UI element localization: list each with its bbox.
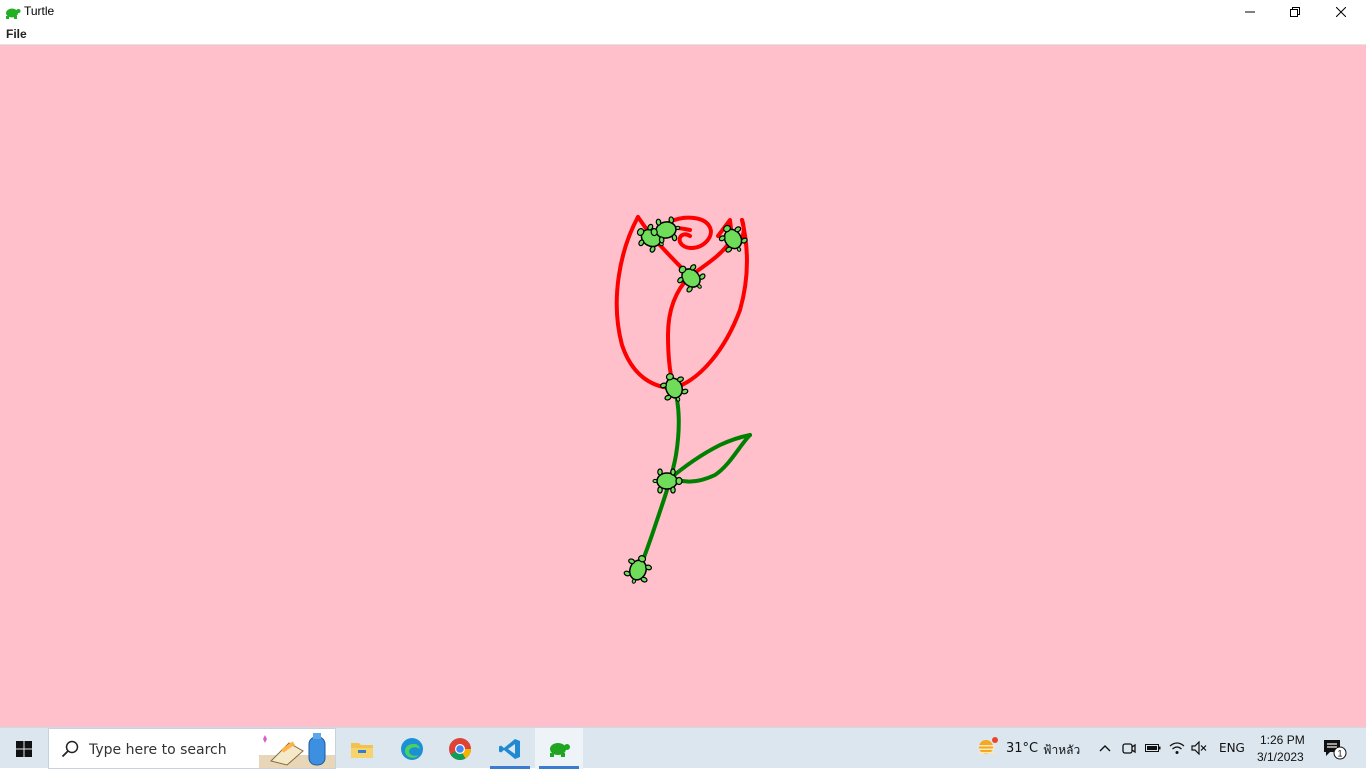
menu-bar: File [0, 24, 1366, 45]
weather-haze-icon[interactable] [976, 736, 1000, 760]
window-title: Turtle [24, 4, 55, 18]
search-box[interactable]: Type here to search [48, 728, 336, 769]
turtle-icon [550, 742, 570, 757]
close-icon [1336, 7, 1346, 17]
search-icon [61, 740, 79, 758]
chevron-up-icon [1099, 745, 1111, 752]
taskbar: Type here to search 31°C ฟ้าหลัว ENG 1:2… [0, 727, 1366, 769]
minimize-icon [1245, 11, 1255, 13]
notification-center-button[interactable]: 1 [1322, 738, 1348, 760]
taskbar-vscode[interactable] [486, 728, 534, 769]
close-button[interactable] [1318, 0, 1364, 24]
restore-button[interactable] [1272, 0, 1318, 24]
clock-time[interactable]: 1:26 PM [1260, 733, 1305, 747]
taskbar-chrome[interactable] [436, 728, 484, 769]
edge-icon [401, 737, 423, 760]
notification-count: 1 [1337, 749, 1342, 759]
weather-description[interactable]: ฟ้าหลัว [1043, 741, 1080, 760]
turtle-app-icon [6, 8, 21, 19]
taskbar-turtle[interactable] [535, 728, 583, 769]
turtle-stamps [621, 215, 752, 589]
camera-icon [1122, 743, 1136, 754]
clock-date[interactable]: 3/1/2023 [1257, 750, 1304, 764]
title-bar[interactable]: Turtle [0, 0, 1366, 24]
vscode-icon [499, 738, 520, 759]
search-highlight-art [259, 733, 335, 768]
search-placeholder: Type here to search [89, 742, 227, 758]
volume-muted-icon [1191, 741, 1207, 755]
rose-drawing [614, 215, 752, 589]
restore-icon [1290, 7, 1300, 17]
show-hidden-icons-button[interactable] [1096, 739, 1114, 757]
taskbar-file-explorer[interactable] [338, 728, 386, 769]
menu-file[interactable]: File [6, 27, 27, 41]
input-language[interactable]: ENG [1219, 741, 1245, 755]
meet-now-button[interactable] [1120, 739, 1138, 757]
volume-button[interactable] [1190, 739, 1208, 757]
battery-icon [1145, 744, 1161, 752]
start-button[interactable] [0, 728, 48, 769]
wifi-icon [1169, 742, 1185, 754]
turtle-canvas[interactable] [0, 45, 1366, 727]
windows-logo-icon [16, 740, 32, 757]
chrome-icon [449, 737, 471, 760]
taskbar-edge[interactable] [388, 728, 436, 769]
minimize-button[interactable] [1227, 0, 1273, 24]
folder-icon [351, 742, 373, 758]
battery-button[interactable] [1144, 739, 1162, 757]
network-button[interactable] [1168, 739, 1186, 757]
weather-temperature[interactable]: 31°C [1006, 741, 1038, 756]
